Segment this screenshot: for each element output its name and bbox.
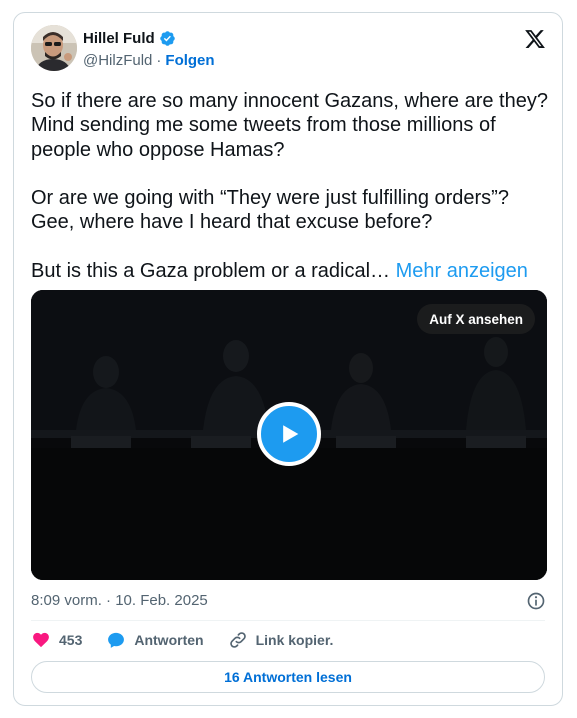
author-name[interactable]: Hillel Fuld (83, 30, 155, 47)
handle-separator: · (156, 52, 162, 69)
watch-on-x-button[interactable]: Auf X ansehen (417, 304, 535, 334)
tweet-text: So if there are so many innocent Gazans,… (31, 89, 551, 283)
video-player[interactable]: Auf X ansehen (31, 290, 547, 580)
tweet-line: people who oppose Hamas? (31, 138, 285, 161)
tweet-line-truncated: But is this a Gaza problem or a radical…… (31, 259, 551, 283)
copy-link-button[interactable]: Link kopier. (228, 630, 334, 650)
show-more-link[interactable]: Mehr anzeigen (396, 260, 528, 282)
avatar-image (31, 25, 77, 71)
avatar[interactable] (31, 25, 77, 71)
verified-badge-icon (159, 31, 175, 46)
tweet-line: Gee, where have I heard that excuse befo… (31, 211, 433, 234)
reply-button[interactable]: Antworten (106, 630, 204, 650)
info-icon[interactable] (526, 591, 546, 611)
tweet-timestamp[interactable]: 8:09 vorm. · 10. Feb. 2025 (31, 592, 208, 609)
copy-link-label: Link kopier. (255, 632, 334, 648)
link-icon (229, 632, 246, 648)
heart-icon (33, 632, 49, 648)
like-button[interactable]: 453 (31, 630, 82, 650)
play-icon (283, 425, 299, 443)
divider (31, 620, 545, 621)
x-logo-icon[interactable] (524, 28, 546, 50)
author-handle-row: @HilzFuld · Folgen (83, 52, 215, 69)
action-bar: 453 Antworten Link kopier. (31, 628, 357, 652)
play-button[interactable] (257, 402, 321, 466)
read-replies-button[interactable]: 16 Antworten lesen (31, 661, 545, 693)
author-name-row: Hillel Fuld (83, 30, 176, 47)
tweet-line: So if there are so many innocent Gazans,… (31, 90, 548, 112)
tweet-card: Hillel Fuld @HilzFuld · Folgen So if the… (13, 12, 563, 706)
reply-bubble-icon (108, 632, 125, 648)
tweet-line: Or are we going with “They were just ful… (31, 187, 509, 210)
follow-button[interactable]: Folgen (165, 52, 214, 69)
reply-label: Antworten (134, 632, 204, 648)
truncated-text: But is this a Gaza problem or a radical… (31, 260, 391, 283)
tweet-line: Mind sending me some tweets from those m… (31, 114, 496, 137)
author-handle[interactable]: @HilzFuld (83, 52, 152, 69)
like-count: 453 (59, 632, 83, 648)
